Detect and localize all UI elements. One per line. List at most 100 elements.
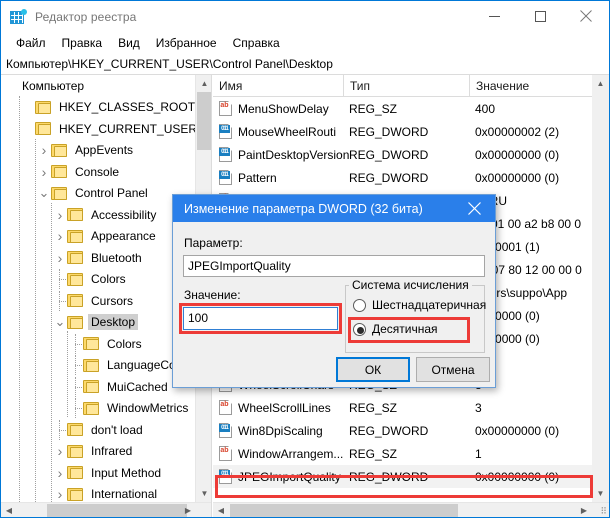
cell-name: PaintDesktopVersion: [238, 147, 350, 162]
dword-value-icon: 011: [219, 170, 233, 185]
cancel-button[interactable]: Отмена: [416, 357, 490, 382]
menu-item-view[interactable]: Вид: [110, 34, 148, 53]
tree-item-label: Appearance: [91, 229, 156, 244]
tree-item-don-t-load[interactable]: don't load: [1, 419, 195, 441]
table-row[interactable]: ab WheelScrollLines REG_SZ 3: [213, 396, 592, 419]
folder-icon: [51, 143, 67, 157]
cell-type: REG_SZ: [349, 400, 398, 415]
table-row[interactable]: 011 JPEGImportQuality REG_DWORD 0x00000000 …: [213, 465, 592, 488]
column-header-name[interactable]: Имя: [213, 75, 344, 96]
menu-bar: Файл Правка Вид Избранное Справка: [1, 32, 609, 54]
tree-item-label: Control Panel: [75, 186, 148, 201]
chevron-right-icon[interactable]: ›: [53, 205, 67, 225]
column-header-type[interactable]: Тип: [344, 75, 470, 96]
tree-item-console[interactable]: › Console: [1, 161, 195, 183]
close-button[interactable]: [563, 1, 609, 31]
ok-button[interactable]: ОК: [336, 357, 410, 382]
scroll-down-icon[interactable]: ▼: [592, 485, 609, 502]
tree-connector: [53, 290, 67, 311]
tree-item-cursors[interactable]: Cursors: [1, 290, 195, 312]
table-row[interactable]: 011 PaintDesktopVersion REG_DWORD 0x0000000…: [213, 143, 592, 166]
cell-type: REG_DWORD: [349, 170, 429, 185]
tree-connector: [69, 376, 83, 397]
scroll-right-icon[interactable]: ▶: [576, 503, 592, 517]
table-row[interactable]: 011 MouseWheelRouti REG_DWORD 0x00000002 (2…: [213, 120, 592, 143]
tree-item-hkey-classes-root[interactable]: HKEY_CLASSES_ROOT: [1, 97, 195, 119]
tree-item-windowmetrics[interactable]: WindowMetrics: [1, 398, 195, 420]
menu-item-file[interactable]: Файл: [8, 34, 54, 53]
radio-hexadecimal-label: Шестнадцатеричная: [372, 298, 487, 312]
menu-item-help[interactable]: Справка: [225, 34, 288, 53]
tree-item-hkey-current-user[interactable]: HKEY_CURRENT_USER: [1, 118, 197, 140]
tree-item-appevents[interactable]: › AppEvents: [1, 140, 195, 162]
chevron-right-icon[interactable]: ›: [53, 248, 67, 268]
chevron-right-icon[interactable]: ›: [37, 140, 51, 160]
param-name-input[interactable]: JPEGImportQuality: [183, 255, 485, 277]
tree-item-infrared[interactable]: › Infrared: [1, 441, 195, 463]
tree-item-label: Console: [75, 164, 120, 179]
list-horizontal-scrollbar[interactable]: ◀ ▶ ⠿: [213, 502, 609, 517]
folder-icon: [67, 229, 83, 243]
tree-scroll-thumb[interactable]: [197, 92, 211, 150]
scroll-left-icon[interactable]: ◀: [213, 503, 229, 517]
maximize-button[interactable]: [517, 1, 563, 31]
tree-item-colors[interactable]: Colors: [1, 269, 195, 291]
tree-item-colors[interactable]: Colors: [1, 333, 195, 355]
folder-icon: [67, 208, 83, 222]
list-vertical-scrollbar[interactable]: ▲ ▼: [592, 75, 609, 502]
list-hscroll-thumb[interactable]: [230, 504, 458, 517]
chevron-right-icon[interactable]: ›: [53, 226, 67, 246]
dialog-close-button[interactable]: [453, 195, 495, 222]
tree-horizontal-scrollbar[interactable]: ◀ ▶: [1, 502, 211, 517]
tree-item-accessibility[interactable]: › Accessibility: [1, 204, 195, 226]
folder-icon: [67, 444, 83, 458]
value-input-annotation-box: [179, 303, 342, 334]
tree-item-bluetooth[interactable]: › Bluetooth: [1, 247, 195, 269]
cell-name: Pattern: [238, 170, 277, 185]
tree-item-label: MuiCached: [107, 379, 168, 394]
chevron-right-icon[interactable]: ›: [53, 441, 67, 461]
address-bar[interactable]: Компьютер\HKEY_CURRENT_USER\Control Pane…: [1, 54, 609, 75]
tree-item-label: WindowMetrics: [107, 401, 189, 416]
scroll-left-icon[interactable]: ◀: [1, 503, 17, 517]
tree-item-control-panel[interactable]: ⌄ Control Panel: [1, 183, 195, 205]
minimize-button[interactable]: [471, 1, 517, 31]
tree-item-label: don't load: [91, 422, 143, 437]
chevron-right-icon[interactable]: ›: [37, 162, 51, 182]
string-value-icon: ab: [219, 446, 233, 461]
table-row[interactable]: 011 Win8DpiScaling REG_DWORD 0x00000000 (0): [213, 419, 592, 442]
dword-value-icon: 011: [219, 124, 233, 139]
tree-item-muicached[interactable]: MuiCached: [1, 376, 195, 398]
table-row[interactable]: ab WindowArrangem... REG_SZ 1: [213, 442, 592, 465]
table-row[interactable]: 011 Pattern REG_DWORD 0x00000000 (0): [213, 166, 592, 189]
tree-item-desktop[interactable]: ⌄ Desktop: [1, 312, 195, 334]
param-name-label: Параметр:: [184, 236, 243, 250]
chevron-right-icon[interactable]: ›: [53, 463, 67, 483]
menu-item-edit[interactable]: Правка: [54, 34, 111, 53]
scroll-right-icon[interactable]: ▶: [180, 503, 196, 517]
tree-hscroll-thumb[interactable]: [47, 504, 187, 517]
tree-connector: [53, 419, 67, 440]
cell-type: REG_SZ: [349, 446, 398, 461]
tree-connector: [69, 355, 83, 376]
column-header-value[interactable]: Значение: [470, 75, 592, 96]
tree-item-[interactable]: Компьютер: [1, 75, 195, 97]
scroll-up-icon[interactable]: ▲: [196, 75, 211, 92]
tree-item-appearance[interactable]: › Appearance: [1, 226, 195, 248]
tree-guide-line: [35, 139, 36, 502]
radio-hexadecimal[interactable]: Шестнадцатеричная: [353, 298, 486, 312]
chevron-down-icon[interactable]: ⌄: [37, 183, 51, 203]
tree-item-input-method[interactable]: › Input Method: [1, 462, 195, 484]
tree-connector: [69, 398, 83, 419]
menu-item-favorites[interactable]: Избранное: [148, 34, 225, 53]
scroll-up-icon[interactable]: ▲: [592, 75, 609, 92]
tree-item-label: Colors: [91, 272, 126, 287]
resize-grip-icon[interactable]: ⠿: [592, 503, 609, 517]
scroll-down-icon[interactable]: ▼: [196, 485, 211, 502]
chevron-down-icon[interactable]: ⌄: [53, 312, 67, 332]
table-row[interactable]: ab MenuShowDelay REG_SZ 400: [213, 97, 592, 120]
dialog-titlebar: Изменение параметра DWORD (32 бита): [173, 195, 495, 222]
folder-icon: [67, 315, 83, 329]
string-value-icon: ab: [219, 400, 233, 415]
tree-item-languageconfigur[interactable]: LanguageConfigur: [1, 355, 206, 377]
